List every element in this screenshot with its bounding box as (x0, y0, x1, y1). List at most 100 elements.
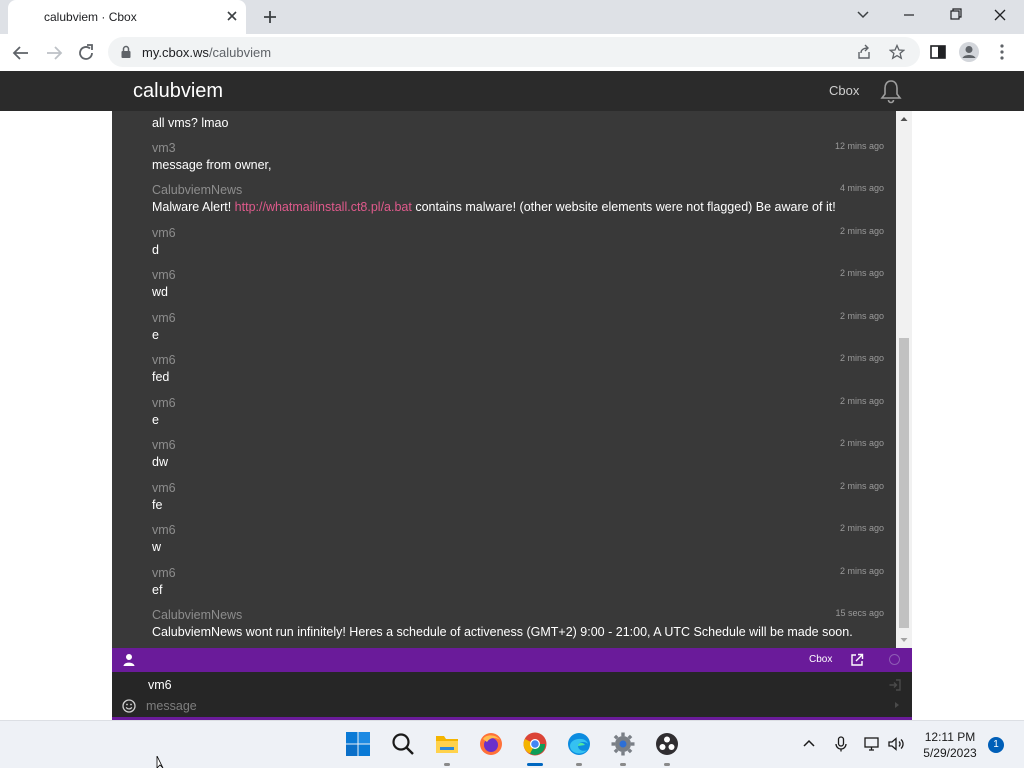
message-author[interactable]: CalubviemNews (152, 183, 884, 199)
site-header: calubviem Cbox (0, 71, 1024, 111)
file-explorer-icon[interactable] (434, 731, 460, 757)
chat-message: vm6 2 mins ago ef (152, 566, 884, 597)
obs-studio-icon[interactable] (654, 731, 680, 757)
settings-gear-icon[interactable] (610, 731, 636, 757)
external-link-icon[interactable] (850, 653, 864, 667)
message-text-after: contains malware! (other website element… (411, 200, 836, 214)
address-bar[interactable]: my.cbox.ws/calubviem (108, 37, 920, 67)
url-path: /calubviem (208, 45, 272, 60)
volume-icon[interactable] (887, 735, 905, 753)
message-timestamp: 2 mins ago (839, 438, 884, 448)
lock-icon[interactable] (120, 45, 132, 59)
chat-toolbar: Cbox (112, 648, 912, 672)
username-field[interactable]: vm6 (148, 678, 172, 692)
microphone-icon[interactable] (832, 735, 850, 753)
message-list[interactable]: all vms? lmao vm3 12 mins ago message from … (112, 111, 896, 648)
send-arrow-icon[interactable] (892, 699, 902, 711)
scroll-down-arrow-icon[interactable] (896, 632, 912, 648)
chevron-up-icon[interactable] (800, 735, 818, 753)
obs-running-indicator (664, 763, 670, 766)
chat-message: CalubviemNews 15 secs ago CalubviemNews wo… (152, 608, 884, 639)
message-link[interactable]: http://whatmailinstall.ct8.pl/a.bat (235, 200, 412, 214)
clock-time: 12:11 PM (924, 730, 976, 744)
message-author[interactable]: vm6 (152, 311, 884, 327)
minimize-icon[interactable] (897, 5, 921, 25)
url-text: my.cbox.ws/calubviem (142, 45, 271, 60)
bell-icon[interactable] (878, 78, 904, 104)
back-arrow-icon[interactable] (10, 42, 32, 64)
status-circle-icon[interactable] (889, 654, 900, 665)
network-icon[interactable] (863, 735, 881, 753)
taskbar-clock[interactable]: 12:11 PM 5/29/2023 (916, 729, 984, 761)
tab-title: calubviem · Cbox (44, 10, 137, 24)
message-scrollbar[interactable] (896, 111, 912, 648)
new-tab-icon[interactable] (260, 7, 280, 27)
sign-in-icon[interactable] (888, 678, 902, 692)
more-menu-icon[interactable] (991, 41, 1013, 63)
windows-taskbar: 12:11 PM 5/29/2023 1 (0, 720, 1024, 768)
message-author[interactable]: vm6 (152, 353, 884, 369)
site-title[interactable]: calubviem (133, 80, 223, 103)
message-text: w (152, 540, 162, 554)
message-author[interactable]: CalubviemNews (152, 608, 884, 624)
emoji-smiley-icon[interactable] (122, 699, 136, 713)
user-icon[interactable] (122, 653, 136, 667)
notification-badge[interactable]: 1 (988, 737, 1004, 753)
message-text: d (152, 242, 159, 257)
chat-message: vm6 2 mins ago d (152, 226, 884, 257)
profile-avatar-icon[interactable] (958, 41, 980, 63)
chat-message: vm6 2 mins ago dw (152, 438, 884, 469)
chat-message: vm6 2 mins ago e (152, 396, 884, 427)
message-author[interactable]: vm6 (152, 523, 884, 539)
cbox-nav-link[interactable]: Cbox (829, 83, 859, 98)
message-text: Malware Alert! http://whatmailinstall.ct… (152, 200, 884, 214)
message-text: wd (152, 285, 168, 299)
edge-icon[interactable] (566, 731, 592, 757)
message-text-before: Malware Alert! (152, 200, 235, 214)
message-author[interactable]: vm6 (152, 226, 884, 242)
browser-tab[interactable]: calubviem · Cbox (8, 0, 246, 34)
forward-arrow-icon[interactable] (43, 42, 65, 64)
message-timestamp: 2 mins ago (839, 353, 884, 363)
message-author[interactable]: vm6 (152, 438, 884, 454)
message-author[interactable]: vm6 (152, 481, 884, 497)
edge-running-indicator (576, 763, 582, 766)
message-text: dw (152, 455, 168, 469)
message-timestamp: 2 mins ago (839, 565, 884, 576)
close-tab-icon[interactable] (224, 8, 240, 24)
message-timestamp: 2 mins ago (839, 395, 884, 406)
windows-start-icon[interactable] (345, 731, 371, 757)
chat-box: all vms? lmao vm3 12 mins ago message from … (112, 111, 912, 720)
side-panel-icon[interactable] (927, 41, 949, 63)
chat-message: vm6 2 mins ago fe (152, 481, 884, 512)
file-explorer-running-indicator (444, 763, 450, 766)
chat-message: vm6 2 mins ago w (152, 523, 884, 554)
search-icon[interactable] (390, 731, 416, 757)
message-timestamp: 2 mins ago (839, 225, 884, 236)
mouse-pointer-icon (156, 756, 164, 768)
message-author[interactable]: vm6 (152, 566, 884, 582)
firefox-icon[interactable] (478, 731, 504, 757)
chat-message: vm3 12 mins ago message from owner, (152, 141, 884, 172)
restore-icon[interactable] (943, 5, 967, 25)
share-icon[interactable] (856, 44, 872, 60)
bookmark-star-icon[interactable] (889, 44, 905, 60)
message-input[interactable] (146, 697, 846, 715)
message-timestamp: 4 mins ago (839, 183, 884, 193)
message-text: e (152, 412, 159, 427)
chrome-active-indicator (527, 763, 543, 766)
message-author[interactable]: vm3 (152, 141, 884, 157)
chrome-icon[interactable] (522, 731, 548, 757)
message-timestamp: 2 mins ago (839, 268, 884, 278)
cbox-brand-link[interactable]: Cbox (809, 654, 832, 665)
message-text: fe (152, 497, 163, 512)
close-window-icon[interactable] (988, 5, 1012, 25)
reload-icon[interactable] (75, 42, 97, 64)
scroll-thumb[interactable] (899, 338, 909, 628)
message-timestamp: 12 mins ago (834, 140, 884, 151)
message-author[interactable]: vm6 (152, 396, 884, 412)
message-author[interactable]: vm6 (152, 268, 884, 284)
tab-search-chevron-icon[interactable] (851, 5, 875, 25)
message-text: ef (152, 582, 163, 597)
scroll-up-arrow-icon[interactable] (896, 111, 912, 127)
